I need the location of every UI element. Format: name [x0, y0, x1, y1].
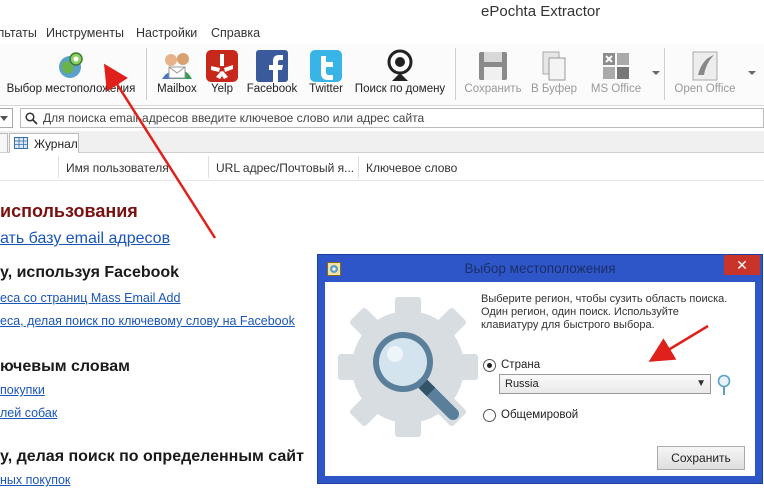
tab-journal[interactable]: Журнал	[9, 133, 79, 153]
chevron-down-icon	[0, 116, 8, 121]
save-button-label: Сохранить	[464, 83, 522, 95]
keyword-link[interactable]: покупки	[0, 383, 45, 397]
search-lens-icon[interactable]	[715, 374, 733, 396]
ribbon-divider	[664, 48, 665, 100]
gear-magnifier-icon	[338, 297, 478, 437]
location-button[interactable]: Выбор местоположения	[2, 44, 140, 104]
facebook-button-label: Facebook	[246, 83, 298, 95]
save-button[interactable]: Сохранить	[462, 44, 524, 104]
build-database-link[interactable]: ать базу email адресов	[0, 230, 170, 248]
close-button[interactable]: ✕	[724, 255, 760, 275]
menu-item-settings[interactable]: Настройки	[136, 26, 197, 40]
facebook-button[interactable]: Facebook	[246, 44, 298, 104]
domain-search-button[interactable]: Поиск по домену	[354, 44, 446, 104]
dialog-description: Выберите регион, чтобы сузить область по…	[481, 293, 728, 331]
keyword-link[interactable]: лей собак	[0, 406, 57, 420]
mailbox-users-icon	[162, 53, 192, 79]
keywords-section-heading: ючевым словам	[0, 358, 131, 375]
location-button-label: Выбор местоположения	[6, 83, 136, 95]
yelp-icon	[206, 50, 238, 82]
location-dialog: Выбор местоположения ✕ Выберите регион, …	[317, 254, 763, 484]
country-select[interactable]: Russia ▼	[499, 374, 711, 394]
copy-document-icon	[542, 51, 566, 81]
title-bar: ePochta Extractor	[0, 0, 764, 24]
twitter-button[interactable]: Twitter	[304, 44, 348, 104]
facebook-link[interactable]: еса со страниц Mass Email Add	[0, 291, 180, 305]
grid-table-icon	[14, 137, 28, 149]
country-select-value: Russia	[505, 378, 539, 390]
ms-office-button-label: MS Office	[590, 83, 642, 95]
country-radio[interactable]	[483, 359, 496, 372]
ribbon-divider	[146, 48, 147, 100]
open-office-button-label: Open Office	[674, 83, 736, 95]
results-column-header: Имя пользователя URL адрес/Почтовый я...…	[0, 154, 764, 181]
twitter-icon	[310, 50, 342, 82]
facebook-section-heading: у, используя Facebook	[0, 264, 180, 281]
search-input[interactable]	[43, 110, 743, 126]
sites-section-heading: у, делая поиск по определенным сайт	[0, 448, 304, 465]
dialog-title-bar[interactable]: Выбор местоположения ✕	[318, 255, 762, 283]
yelp-button[interactable]: Yelp	[204, 44, 240, 104]
floppy-disk-icon	[479, 52, 507, 80]
ms-office-dropdown-arrow[interactable]	[652, 71, 660, 75]
worldwide-radio[interactable]	[483, 409, 496, 422]
open-office-icon	[692, 51, 718, 81]
ribbon-divider	[455, 48, 456, 100]
twitter-button-label: Twitter	[309, 83, 343, 95]
dialog-title: Выбор местоположения	[464, 261, 616, 276]
dialog-body: Выберите регион, чтобы сузить область по…	[325, 282, 755, 476]
column-divider	[358, 156, 359, 178]
ms-office-icon	[603, 53, 629, 79]
search-row	[0, 106, 764, 130]
search-icon	[25, 112, 38, 125]
column-header-url[interactable]: URL адрес/Почтовый я...	[216, 161, 354, 175]
menu-bar: льтаты Инструменты Настройки Справка	[0, 24, 764, 44]
tab-journal-label: Журнал	[34, 137, 78, 151]
column-divider	[208, 156, 209, 178]
column-divider	[58, 156, 59, 178]
ms-office-button[interactable]: MS Office	[586, 44, 646, 104]
facebook-link[interactable]: еса, делая поиск по ключевому слову на F…	[0, 314, 295, 328]
menu-item-help[interactable]: Справка	[211, 26, 260, 40]
domain-search-button-label: Поиск по домену	[354, 83, 446, 95]
to-buffer-button-label: В Буфер	[530, 83, 578, 95]
column-header-keyword[interactable]: Ключевое слово	[366, 161, 457, 175]
mailbox-button-label: Mailbox	[157, 83, 197, 95]
content-title: использования	[0, 201, 138, 221]
open-office-dropdown-arrow[interactable]	[748, 71, 756, 75]
menu-item-tools[interactable]: Инструменты	[46, 26, 124, 40]
menu-item-results[interactable]: льтаты	[0, 26, 37, 40]
chevron-down-icon: ▼	[696, 378, 706, 389]
window-title: ePochta Extractor	[481, 3, 601, 20]
worldwide-radio-label: Общемировой	[501, 409, 579, 421]
open-office-button[interactable]: Open Office	[672, 44, 738, 104]
mailbox-button[interactable]: Mailbox	[154, 44, 200, 104]
ribbon-toolbar: Выбор местоположения Mailbox Yelp Facebo…	[0, 44, 764, 106]
search-field-container	[20, 108, 764, 128]
tab-strip: Журнал	[0, 131, 764, 153]
globe-location-icon	[59, 52, 83, 78]
webcam-icon	[387, 49, 413, 81]
app-window: ePochta Extractor льтаты Инструменты Нас…	[0, 0, 764, 496]
column-header-username[interactable]: Имя пользователя	[66, 161, 169, 175]
to-buffer-button[interactable]: В Буфер	[530, 44, 578, 104]
dialog-save-button[interactable]: Сохранить	[657, 446, 745, 470]
search-mode-dropdown[interactable]	[0, 108, 13, 128]
tab-previous[interactable]	[0, 133, 8, 152]
facebook-icon	[256, 50, 288, 82]
country-radio-label: Страна	[501, 359, 541, 371]
yelp-button-label: Yelp	[211, 83, 233, 95]
site-link[interactable]: ных покупок	[0, 473, 70, 487]
